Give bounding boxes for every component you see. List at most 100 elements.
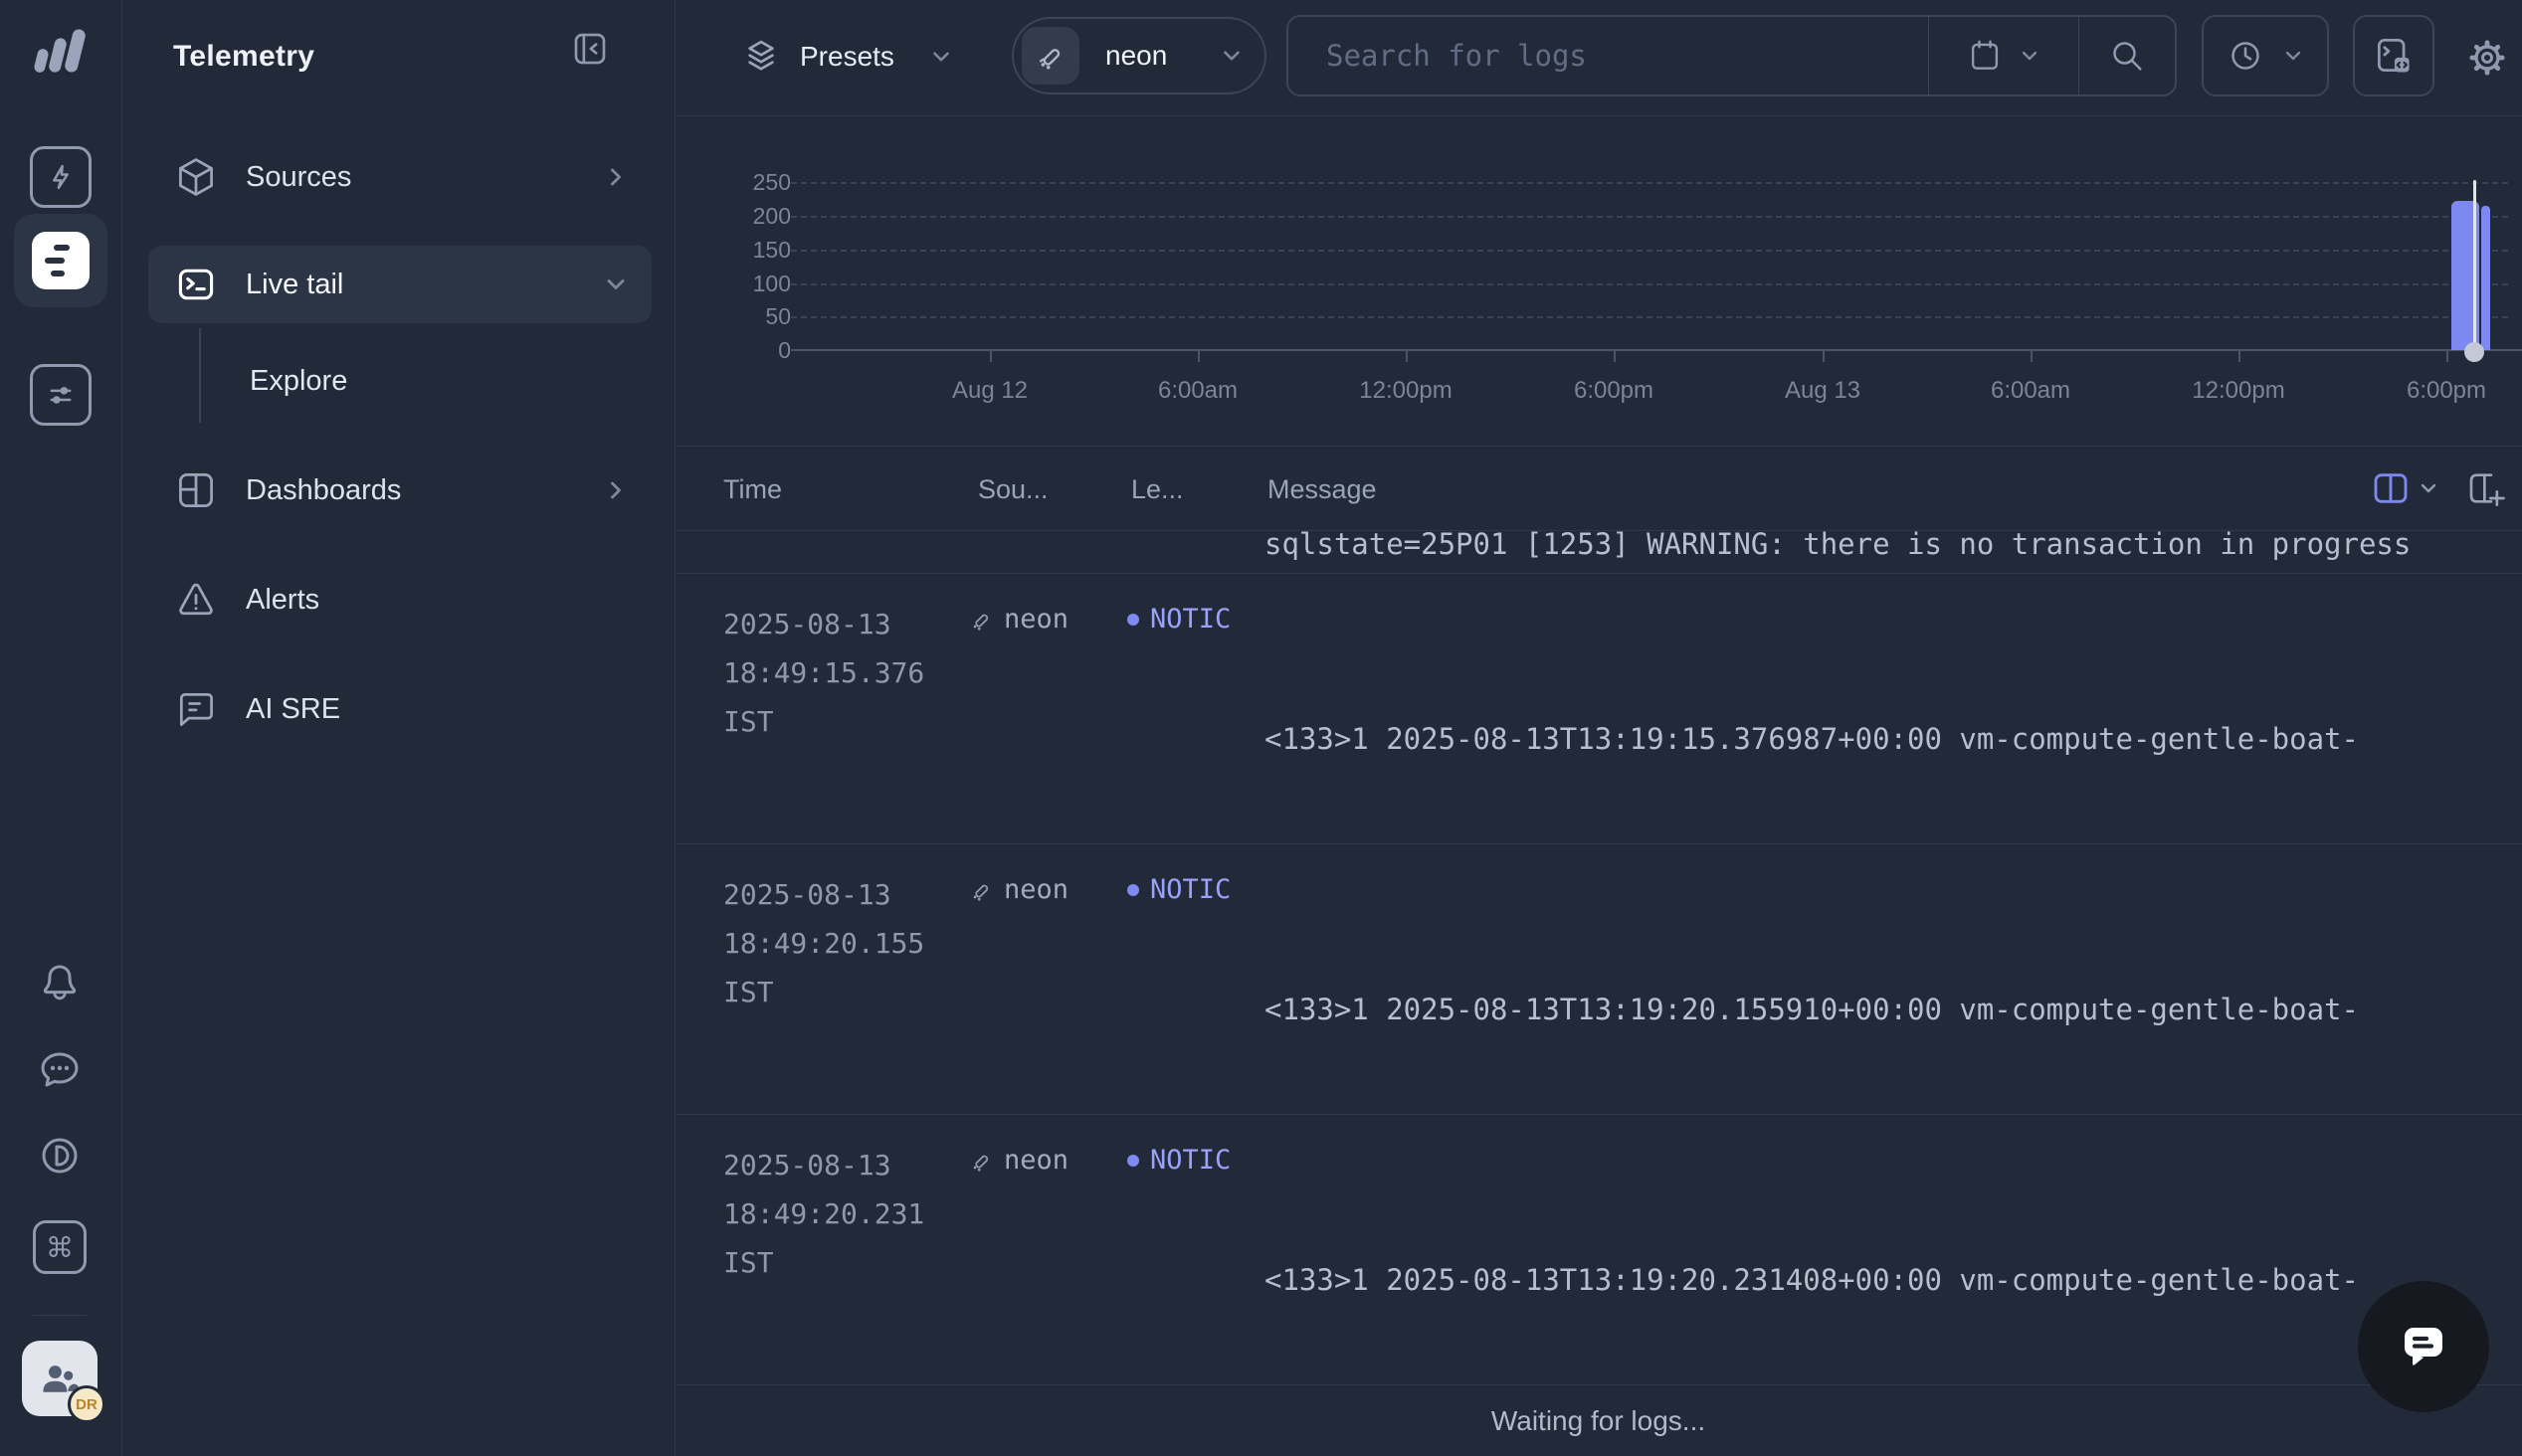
column-header-source[interactable]: Sou... [978, 474, 1049, 505]
sidebar-collapse-button[interactable] [567, 26, 613, 72]
x-tick [1198, 351, 1200, 362]
chevron-right-icon [602, 163, 630, 191]
clock-icon [2226, 36, 2265, 76]
level-dot-icon [1127, 614, 1139, 626]
x-tick [2031, 351, 2033, 362]
log-time: 2025-08-13 18:49:20.231 IST [723, 1141, 924, 1287]
command-icon: ⌘ [46, 1231, 74, 1264]
x-tick-label: 6:00pm [1574, 377, 1653, 405]
y-tick-label: 0 [731, 336, 791, 364]
histogram-bar [2481, 206, 2490, 350]
dashboard-layout-icon [174, 468, 218, 512]
x-tick-label: 6:00am [1991, 377, 2070, 405]
log-level: NOTIC [1127, 604, 1231, 635]
column-header-message[interactable]: Message [1267, 474, 1377, 505]
gridline [791, 250, 2508, 252]
x-tick [1614, 351, 1616, 362]
y-tick-label: 250 [731, 168, 791, 196]
level-dot-icon [1127, 884, 1139, 896]
live-cursor-handle[interactable] [2464, 342, 2484, 362]
sidebar-item-label: Alerts [246, 584, 630, 617]
cube-icon [174, 155, 218, 199]
gridline [791, 283, 2508, 285]
theme-contrast-icon[interactable] [36, 1132, 84, 1180]
log-volume-chart: 250 200 150 100 50 0 Aug 12 6:00am 12:00… [675, 116, 2522, 446]
y-tick-label: 100 [731, 270, 791, 297]
panel-collapse-icon [569, 28, 611, 70]
x-tick [2238, 351, 2240, 362]
log-row[interactable]: 2025-08-13 18:49:20.231 IST neon NOTIC <… [675, 1114, 2522, 1384]
time-range-dropdown[interactable] [2202, 15, 2329, 96]
sidebar-item-alerts[interactable]: Alerts [148, 561, 652, 638]
x-tick-label: Aug 13 [1785, 377, 1860, 405]
log-source: neon [967, 1145, 1068, 1176]
y-tick-label: 200 [731, 202, 791, 230]
sidebar-item-explore[interactable]: Explore [148, 342, 652, 420]
x-tick-label: 6:00pm [2407, 377, 2486, 405]
sidebar-item-label: Dashboards [246, 474, 602, 507]
waiting-status-text: Waiting for logs... [1491, 1405, 1705, 1437]
x-tick-label: 12:00pm [2192, 377, 2284, 405]
sidebar-item-label: AI SRE [246, 693, 630, 726]
alert-triangle-icon [174, 578, 218, 622]
sidebar-item-live-tail[interactable]: Live tail [148, 246, 652, 323]
chevron-down-icon[interactable] [2417, 476, 2440, 500]
avatar-initials-badge: DR [68, 1385, 105, 1423]
icon-rail: ⌘ DR [0, 0, 122, 1456]
support-chat-button[interactable] [2358, 1281, 2489, 1412]
x-tick-label: 6:00am [1158, 377, 1238, 405]
terminal-code-icon [2372, 34, 2416, 78]
feedback-chat-icon[interactable] [36, 1045, 84, 1093]
query-editor-button[interactable] [2353, 15, 2434, 96]
presets-label: Presets [800, 41, 894, 73]
add-column-icon[interactable] [2466, 468, 2506, 508]
antenna-icon [967, 1147, 995, 1175]
chevron-down-icon [928, 44, 954, 70]
sidebar-item-label: Sources [246, 161, 602, 194]
source-selector[interactable]: neon [1012, 17, 1266, 94]
column-layout-icon[interactable] [2371, 468, 2411, 508]
sidebar-item-ai-sre[interactable]: AI SRE [148, 670, 652, 748]
log-source: neon [967, 874, 1068, 905]
rail-item-quickstart[interactable] [30, 146, 92, 208]
date-filter-button[interactable] [1929, 17, 2078, 94]
chevron-down-icon [1219, 43, 1245, 69]
column-header-time[interactable]: Time [723, 474, 782, 505]
rail-item-logs-active[interactable] [14, 214, 107, 307]
log-message: <133>1 2025-08-13T13:19:20.155910+00:00 … [1264, 858, 2522, 1114]
terminal-icon [174, 263, 218, 306]
live-cursor-line[interactable] [2473, 180, 2476, 351]
command-palette-button[interactable]: ⌘ [33, 1220, 87, 1274]
calendar-icon [1966, 37, 2004, 75]
log-search-group [1286, 15, 2177, 96]
source-selector-value: neon [1105, 40, 1219, 72]
sliders-icon [41, 375, 81, 415]
y-tick-label: 50 [731, 302, 791, 330]
column-header-level[interactable]: Le... [1131, 474, 1184, 505]
workspace-logo-icon[interactable] [28, 24, 94, 80]
log-level: NOTIC [1127, 1145, 1231, 1176]
sidebar-item-sources[interactable]: Sources [148, 138, 652, 216]
message-square-icon [174, 687, 218, 731]
presets-dropdown[interactable]: Presets [740, 28, 954, 86]
settings-gear-icon[interactable] [2463, 34, 2511, 82]
log-message: <133>1 2025-08-13T13:19:15.376987+00:00 … [1264, 588, 2522, 843]
chevron-right-icon [602, 476, 630, 504]
log-row[interactable]: 2025-08-13 18:49:20.155 IST neon NOTIC <… [675, 843, 2522, 1114]
notifications-bell-icon[interactable] [36, 959, 84, 1006]
rail-item-controls[interactable] [30, 364, 92, 426]
sidebar-item-dashboards[interactable]: Dashboards [148, 452, 652, 529]
waiting-status: Waiting for logs... [675, 1384, 2522, 1456]
run-search-button[interactable] [2079, 17, 2175, 94]
clipped-log-row[interactable]: sqlstate=25P01 [1253] WARNING: there is … [675, 531, 2522, 573]
log-source: neon [967, 604, 1068, 635]
search-input[interactable] [1288, 17, 1928, 94]
search-icon [2107, 36, 2147, 76]
log-row[interactable]: 2025-08-13 18:49:15.376 IST neon NOTIC <… [675, 573, 2522, 843]
log-table-header: Time Sou... Le... Message [675, 446, 2522, 531]
gridline [791, 182, 2508, 184]
log-message: <133>1 2025-08-13T13:19:20.231408+00:00 … [1264, 1129, 2522, 1384]
lightning-icon [41, 157, 81, 197]
antenna-icon [967, 606, 995, 634]
x-tick [1406, 351, 1408, 362]
